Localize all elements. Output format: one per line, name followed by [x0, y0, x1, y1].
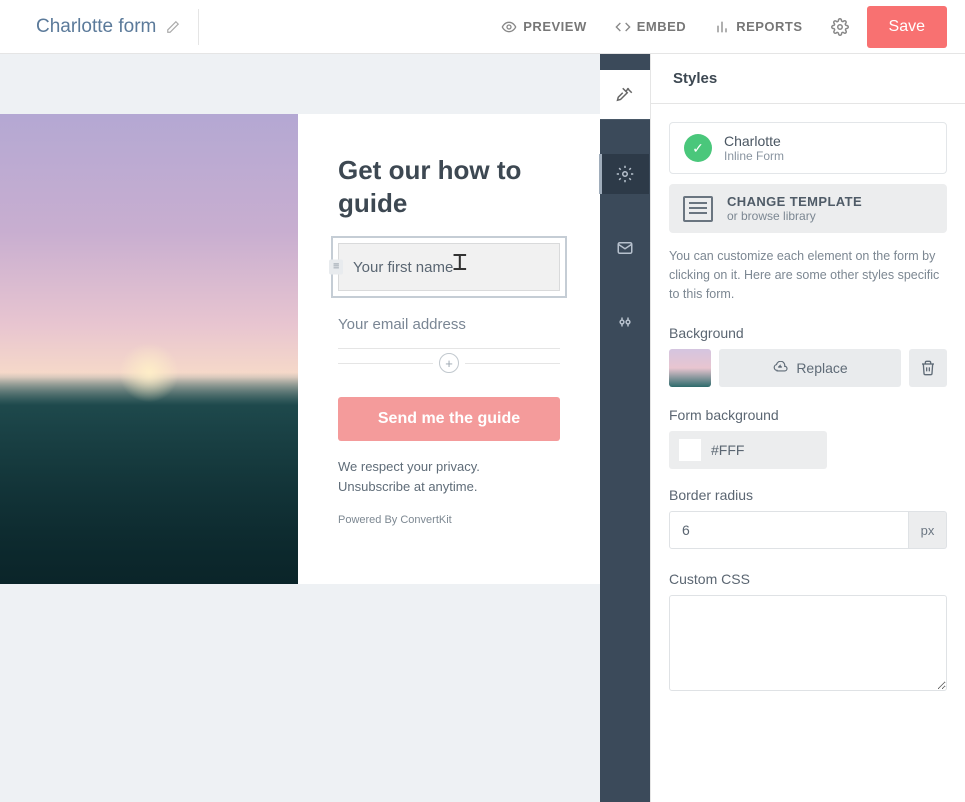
background-label: Background [669, 325, 947, 341]
email-placeholder: Your email address [338, 316, 466, 333]
first-name-placeholder: Your first name [353, 259, 453, 276]
radius-label: Border radius [669, 487, 947, 503]
reports-label: REPORTS [736, 19, 802, 34]
form-heading[interactable]: Get our how to guide [338, 154, 578, 219]
sidebar-title: Styles [651, 54, 965, 104]
change-template-label: CHANGE TEMPLATE [727, 194, 862, 209]
form-title: Charlotte form [36, 16, 156, 38]
template-type: Inline Form [724, 149, 784, 163]
styles-sidebar: Styles ✓ Charlotte Inline Form CHANGE TE… [650, 54, 965, 802]
radius-row: px [669, 511, 947, 549]
color-swatch [679, 439, 701, 461]
side-rail [600, 54, 650, 802]
settings-icon[interactable] [831, 18, 849, 36]
template-name: Charlotte [724, 133, 784, 149]
preview-label: PREVIEW [523, 19, 586, 34]
check-icon: ✓ [684, 134, 712, 162]
editor-canvas[interactable]: Get our how to guide ≡ Your first name Ꮖ… [0, 54, 600, 802]
rail-advanced-icon[interactable] [600, 302, 650, 342]
reports-button[interactable]: REPORTS [714, 19, 802, 35]
privacy-text[interactable]: We respect your privacy. Unsubscribe at … [338, 457, 578, 496]
replace-button[interactable]: Replace [719, 349, 901, 387]
embed-button[interactable]: EMBED [615, 19, 686, 35]
main-area: Get our how to guide ≡ Your first name Ꮖ… [0, 54, 965, 802]
sidebar-body: ✓ Charlotte Inline Form CHANGE TEMPLATE … [651, 104, 965, 802]
background-row: Replace [669, 349, 947, 387]
add-field-icon[interactable]: + [439, 353, 459, 373]
help-text: You can customize each element on the fo… [669, 247, 947, 303]
current-template-card[interactable]: ✓ Charlotte Inline Form [669, 122, 947, 174]
edit-title-icon[interactable] [166, 20, 180, 34]
first-name-field[interactable]: ≡ Your first name Ꮖ [338, 243, 560, 291]
delete-background-button[interactable] [909, 349, 947, 387]
submit-button[interactable]: Send me the guide [338, 397, 560, 441]
form-preview: Get our how to guide ≡ Your first name Ꮖ… [0, 114, 600, 584]
background-thumbnail[interactable] [669, 349, 711, 387]
replace-label: Replace [796, 360, 847, 376]
template-icon [683, 196, 713, 222]
form-bg-picker[interactable]: #FFF [669, 431, 827, 469]
powered-by: Powered By ConvertKit [338, 514, 578, 526]
rail-general-settings-icon[interactable] [599, 154, 649, 194]
form-bg-label: Form background [669, 407, 947, 423]
text-cursor-icon: Ꮖ [453, 250, 467, 276]
rail-styles-icon[interactable] [600, 70, 650, 120]
form-image-panel[interactable] [0, 114, 298, 584]
drag-handle-icon[interactable]: ≡ [329, 260, 343, 275]
top-toolbar: Charlotte form PREVIEW EMBED REPORTS Sav… [0, 0, 965, 54]
rail-email-icon[interactable] [600, 228, 650, 268]
css-label: Custom CSS [669, 571, 947, 587]
radius-input[interactable] [669, 511, 909, 549]
add-field-row: + [338, 353, 560, 373]
custom-css-input[interactable] [669, 595, 947, 691]
divider [198, 9, 199, 45]
embed-label: EMBED [637, 19, 686, 34]
radius-unit: px [909, 511, 947, 549]
preview-button[interactable]: PREVIEW [501, 19, 586, 35]
email-field[interactable]: Your email address [338, 301, 560, 349]
form-content-panel: Get our how to guide ≡ Your first name Ꮖ… [298, 114, 600, 584]
form-bg-value: #FFF [711, 442, 744, 458]
change-template-button[interactable]: CHANGE TEMPLATE or browse library [669, 184, 947, 233]
save-button[interactable]: Save [867, 6, 947, 48]
change-template-sub: or browse library [727, 209, 862, 223]
